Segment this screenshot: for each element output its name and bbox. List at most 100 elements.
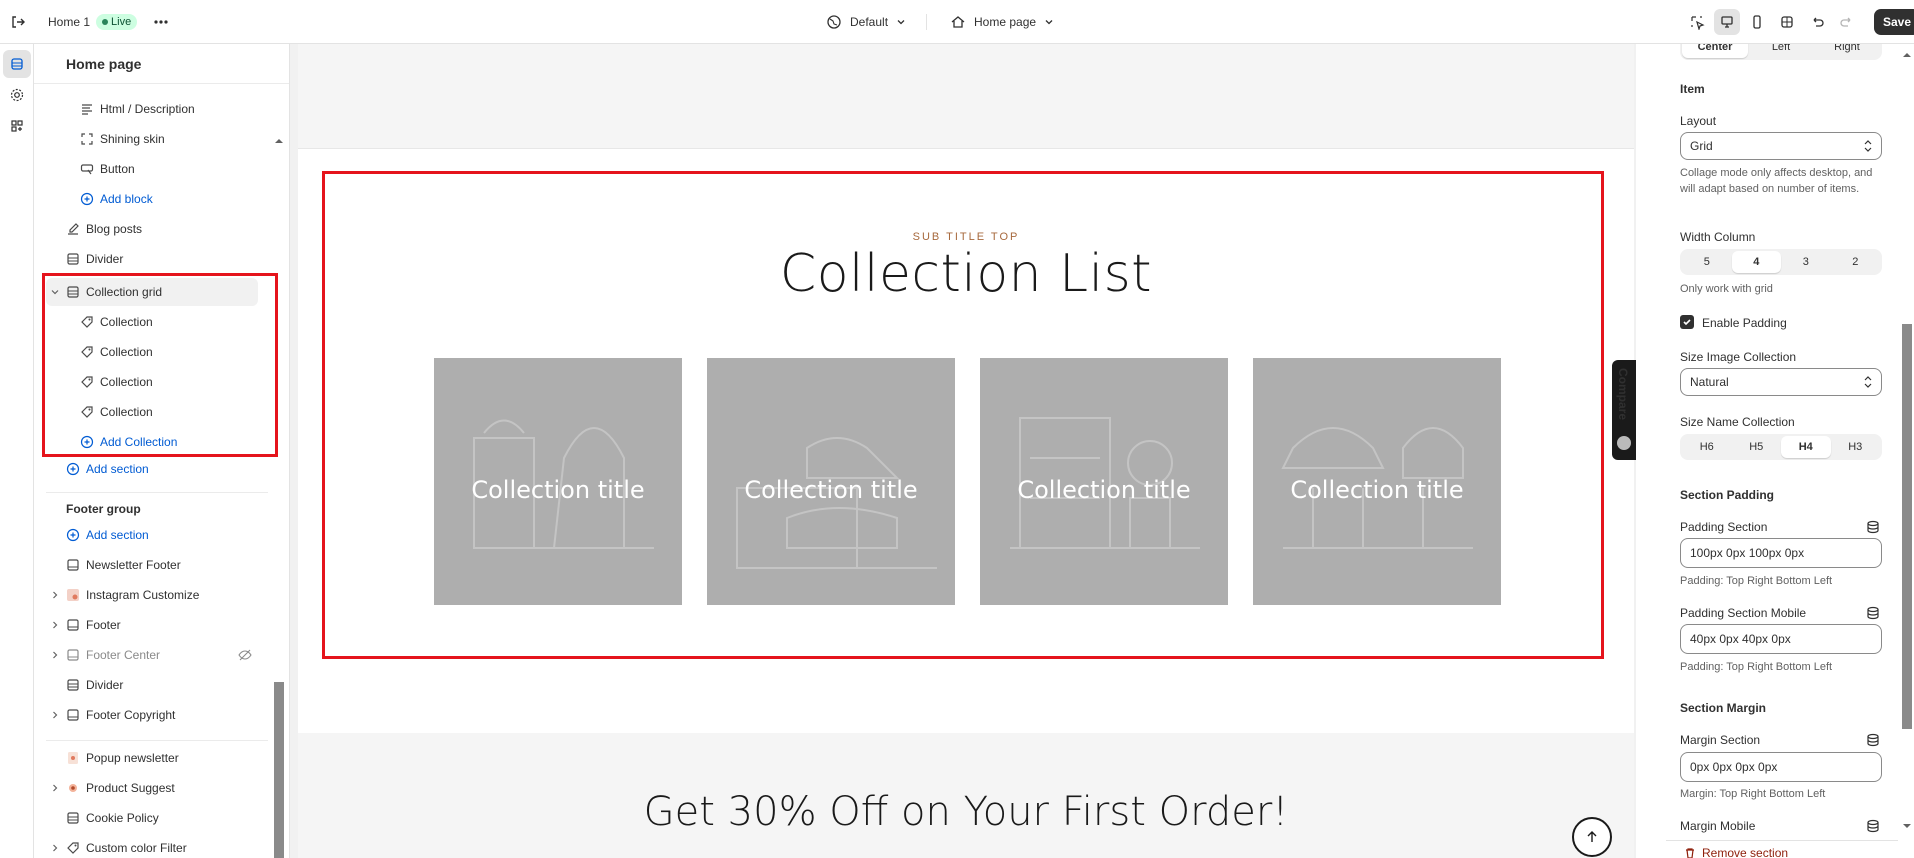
tree-item-button[interactable]: Button	[80, 154, 135, 184]
chevron-right-icon[interactable]	[48, 588, 62, 602]
edit-icon	[66, 222, 80, 236]
collection-card[interactable]: Collection title	[1253, 358, 1501, 605]
fullscreen-icon[interactable]	[1774, 9, 1800, 35]
offer-heading: Get 30% Off on Your First Order!	[643, 789, 1289, 835]
divider	[46, 492, 268, 493]
divider	[926, 14, 927, 30]
segment-option[interactable]: 3	[1781, 251, 1831, 273]
database-icon[interactable]	[1866, 520, 1880, 534]
add-section-link[interactable]: Add section	[66, 520, 149, 550]
segment-option[interactable]: H4	[1781, 436, 1831, 458]
tree-item-custom-color-filter[interactable]: Custom color Filter	[48, 833, 187, 858]
check-icon	[1683, 319, 1691, 326]
section-icon	[66, 708, 80, 722]
database-icon[interactable]	[1866, 733, 1880, 747]
select-chevron-icon	[1864, 140, 1872, 152]
sections-icon[interactable]	[3, 50, 31, 78]
tree-item-label: Newsletter Footer	[86, 558, 181, 572]
button-icon	[80, 162, 94, 176]
tree-item-instagram-customize[interactable]: Instagram Customize	[48, 580, 199, 610]
tree-item-footer[interactable]: Footer	[48, 610, 121, 640]
segment-option[interactable]: Center	[1682, 44, 1748, 58]
width-column-segment[interactable]: 5 4 3 2	[1680, 249, 1882, 275]
sidebar-scroll-thumb[interactable]	[274, 682, 284, 858]
segment-option[interactable]: H3	[1831, 436, 1881, 458]
sidebar-scrollbar[interactable]	[272, 92, 286, 858]
padding-section-input[interactable]: 100px 0px 100px 0px	[1680, 538, 1882, 568]
collection-card[interactable]: Collection title	[707, 358, 955, 605]
back-to-top-button[interactable]	[1572, 817, 1612, 857]
chevron-right-icon[interactable]	[48, 708, 62, 722]
chevron-right-icon[interactable]	[48, 841, 62, 855]
redo-icon[interactable]	[1834, 9, 1860, 35]
chevron-right-icon[interactable]	[48, 618, 62, 632]
tree-item-blog-posts[interactable]: Blog posts	[66, 214, 142, 244]
segment-option[interactable]: H6	[1682, 436, 1732, 458]
scroll-down-icon	[1903, 824, 1911, 828]
tree-item-label: Product Suggest	[86, 781, 175, 795]
exit-button[interactable]	[10, 0, 26, 44]
tree-item-footer-center[interactable]: Footer Center	[48, 640, 160, 670]
compare-tab[interactable]: Compare	[1612, 360, 1636, 460]
padding-mobile-hint: Padding: Top Right Bottom Left	[1680, 661, 1833, 673]
enable-padding-checkbox[interactable]	[1680, 315, 1694, 329]
tree-item-footer-copyright[interactable]: Footer Copyright	[48, 700, 175, 730]
section-icon	[66, 648, 80, 662]
size-image-select[interactable]: Natural	[1680, 368, 1882, 396]
arrow-up-icon	[1587, 831, 1597, 842]
settings-icon[interactable]	[3, 81, 31, 109]
page-select[interactable]: Home page	[950, 0, 1054, 44]
panel-title: Home page	[34, 44, 289, 84]
inspector-icon[interactable]	[1684, 9, 1710, 35]
chevron-down-icon	[1044, 17, 1054, 27]
alignment-segment[interactable]: Center Left Right	[1680, 44, 1882, 60]
hidden-eye-icon[interactable]	[238, 648, 252, 665]
padding-mobile-input[interactable]: 40px 0px 40px 0px	[1680, 624, 1882, 654]
chevron-right-icon[interactable]	[48, 648, 62, 662]
layout-select[interactable]: Grid	[1680, 132, 1882, 160]
add-section-link[interactable]: Add section	[66, 454, 149, 484]
segment-option[interactable]: 2	[1831, 251, 1881, 273]
tree-item-label: Footer	[86, 618, 121, 632]
tree-item-popup-newsletter[interactable]: Popup newsletter	[66, 743, 179, 773]
settings-scrollbar[interactable]	[1898, 44, 1914, 858]
settings-scroll-thumb[interactable]	[1902, 324, 1912, 729]
desktop-view-icon[interactable]	[1714, 9, 1740, 35]
layout-label: Layout	[1680, 114, 1717, 128]
collection-title: Collection title	[1290, 476, 1464, 504]
padding-mobile-label: Padding Section Mobile	[1680, 606, 1807, 620]
collection-card[interactable]: Collection title	[980, 358, 1228, 605]
theme-select[interactable]: Default	[826, 0, 906, 44]
database-icon[interactable]	[1866, 606, 1880, 620]
database-icon[interactable]	[1866, 819, 1880, 833]
mobile-view-icon[interactable]	[1744, 9, 1770, 35]
tree-item-shining-skin[interactable]: Shining skin	[80, 124, 165, 154]
tree-item-html-description[interactable]: Html / Description	[80, 94, 195, 124]
tree-item-newsletter-footer[interactable]: Newsletter Footer	[66, 550, 181, 580]
segment-option[interactable]: 4	[1731, 251, 1781, 273]
margin-section-input[interactable]: 0px 0px 0px 0px	[1680, 752, 1882, 782]
size-name-segment[interactable]: H6 H5 H4 H3	[1680, 434, 1882, 460]
tree-item-cookie-policy[interactable]: Cookie Policy	[66, 803, 159, 833]
tree-item-product-suggest[interactable]: Product Suggest	[48, 773, 175, 803]
segment-option[interactable]: Right	[1814, 44, 1880, 58]
apps-icon[interactable]	[3, 112, 31, 140]
remove-section-button[interactable]: Remove section	[1684, 846, 1788, 858]
segment-option[interactable]: 5	[1682, 251, 1732, 273]
plus-circle-icon	[80, 192, 94, 206]
tree-item-divider[interactable]: Divider	[66, 244, 123, 274]
chevron-right-icon[interactable]	[48, 781, 62, 795]
tree-item-divider[interactable]: Divider	[66, 670, 123, 700]
collection-card[interactable]: Collection title	[434, 358, 682, 605]
save-button[interactable]: Save	[1874, 9, 1914, 35]
segment-option[interactable]: Left	[1748, 44, 1814, 58]
add-block-link[interactable]: Add block	[80, 184, 153, 214]
undo-icon[interactable]	[1804, 9, 1830, 35]
compare-label: Compare	[1616, 368, 1630, 421]
more-icon[interactable]	[153, 14, 169, 30]
layout-hint: Collage mode only affects desktop, and w…	[1680, 167, 1873, 195]
scroll-up-icon	[275, 139, 283, 143]
collection-title: Collection title	[744, 476, 918, 504]
segment-option[interactable]: H5	[1732, 436, 1782, 458]
plus-circle-icon	[66, 528, 80, 542]
